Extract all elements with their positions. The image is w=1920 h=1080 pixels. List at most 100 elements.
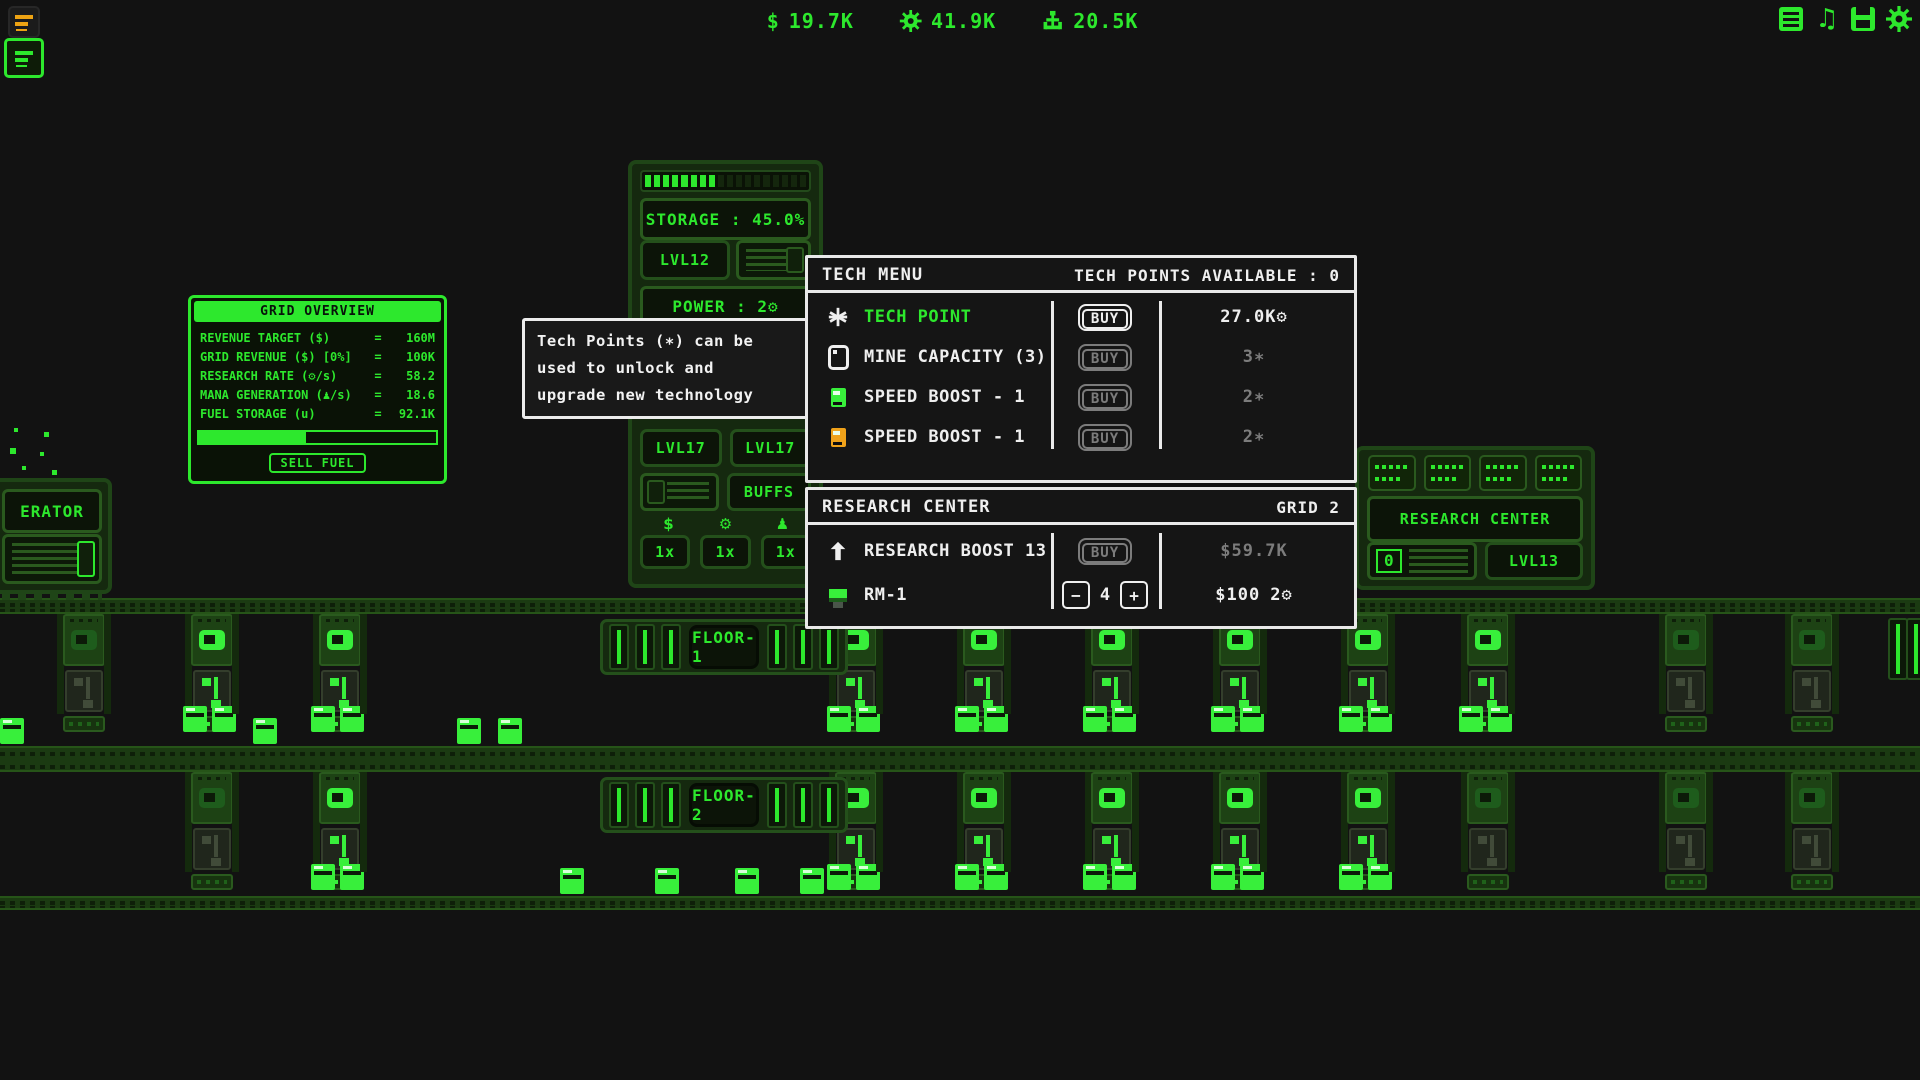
tech-item-name: SPEED BOOST - 1 [864,427,1025,447]
buy-button[interactable]: BUY [1078,304,1132,331]
storage-segment [645,175,651,187]
research-center-building[interactable]: RESEARCH CENTER 0 LVL13 [1355,446,1595,590]
lever-icon [986,677,990,699]
game-viewport: $ 19.7K 41.9K 20.5K ♫ FLOOR-1 [0,0,1920,1080]
mana-icon: ♟ [754,515,811,533]
money-multiplier-button[interactable]: 1x [640,535,690,569]
money-value: 19.7K [789,9,854,33]
mine-machine[interactable] [1660,772,1712,892]
mine-cart [311,864,335,890]
mana-multiplier-button[interactable]: 1x [761,535,811,569]
mine-cart [340,864,364,890]
mine-machine[interactable] [1660,614,1712,734]
equals: = [365,367,391,386]
camera-icon [1099,630,1125,650]
toolbox-chip-selected-button[interactable] [4,38,44,78]
lever-icon [1814,835,1818,857]
indicator-icon [846,678,855,686]
mine-machine[interactable] [1214,772,1266,892]
mine-machine[interactable] [1786,772,1838,892]
machine-lights [191,874,233,890]
buffs-button[interactable]: BUFFS [727,473,811,511]
mine-machine[interactable] [186,614,238,734]
buy-button-disabled[interactable]: BUY [1078,424,1132,451]
machine-head [1467,614,1509,666]
save-button[interactable] [1850,6,1876,32]
mine-cart [1083,706,1107,732]
buy-button-disabled[interactable]: BUY [1078,538,1132,565]
upgrade-level-button[interactable]: LVL17 [640,429,722,467]
machine-head [1791,772,1833,824]
camera-icon [199,788,225,808]
research-level-button[interactable]: LVL13 [1485,542,1583,580]
stats-log-button[interactable] [1778,6,1804,32]
generator-building[interactable]: ERATOR [0,478,112,594]
stat-label: FUEL STORAGE (u) [200,405,365,424]
mine-machine[interactable] [1086,614,1138,734]
upgrade-level-button[interactable]: LVL17 [730,429,812,467]
mana-icon [1042,10,1064,32]
machine-lights [1791,874,1833,890]
mine-machine[interactable] [958,614,1010,734]
lever-icon [1490,677,1494,699]
dollar-icon: $ [767,9,780,33]
particle [40,452,44,456]
mine-machine[interactable] [1342,614,1394,734]
storage-level-button[interactable]: LVL12 [640,240,730,280]
gear-multiplier-button[interactable]: 1x [700,535,750,569]
research-counter-panel: 0 [1367,542,1477,580]
mine-machine[interactable] [1462,614,1514,734]
research-machine-row: RM-1 − 4 + $100 2⚙ [808,573,1354,617]
mine-machine[interactable] [1786,614,1838,734]
settings-button[interactable] [1886,6,1912,32]
floor-sign-bar [661,782,681,828]
mine-machine[interactable] [1342,772,1394,892]
mine-machine[interactable] [186,772,238,892]
lever-icon [1114,677,1118,699]
sell-fuel-button[interactable]: SELL FUEL [269,453,365,473]
quantity-plus-button[interactable]: + [1120,581,1148,609]
toolbox-chip-orange-button[interactable] [8,6,40,38]
indicator-icon [1230,836,1239,844]
speed-boost-green-icon [831,388,846,407]
mine-machine[interactable] [314,772,366,892]
indicator-icon [1676,836,1685,844]
storage-segment [709,175,715,187]
quantity-minus-button[interactable]: − [1062,581,1090,609]
machine-lights [1665,874,1707,890]
fuel-storage-bar [197,430,438,445]
buy-button-disabled[interactable]: BUY [1078,344,1132,371]
mine-machine[interactable] [958,772,1010,892]
mine-machine[interactable] [58,614,110,734]
buy-button-disabled[interactable]: BUY [1078,384,1132,411]
mine-capacity-icon [828,345,849,370]
music-button[interactable]: ♫ [1814,6,1840,32]
mine-machine[interactable] [1214,614,1266,734]
tech-point-tooltip: Tech Points (∗) can be used to unlock an… [522,318,828,419]
camera-icon [1799,788,1825,808]
research-boost-row: RESEARCH BOOST 13 BUY $59.7K [808,529,1354,573]
camera-icon [1355,788,1381,808]
mine-cart [1240,706,1264,732]
data-chip-icon [1535,455,1583,491]
floor-sign-bar [767,782,787,828]
lever-icon [342,835,346,857]
particle [10,448,16,454]
storage-segment [700,175,706,187]
mine-machine[interactable] [1462,772,1514,892]
indicator-icon [846,836,855,844]
mine-cart [1339,864,1363,890]
research-building-label: RESEARCH CENTER [1367,496,1583,542]
mine-machine[interactable] [314,614,366,734]
particle [14,428,18,432]
machine-head [1665,614,1707,666]
tech-item-cost: 3∗ [1162,347,1346,367]
machine-body [65,670,103,712]
particle [52,470,57,475]
mine-cart [1459,706,1483,732]
floor-bottom-band [0,896,1920,910]
mine-machine[interactable] [1086,772,1138,892]
lever-icon [986,835,990,857]
buffs-vent [640,473,719,511]
floor-sign-bar [819,782,839,828]
